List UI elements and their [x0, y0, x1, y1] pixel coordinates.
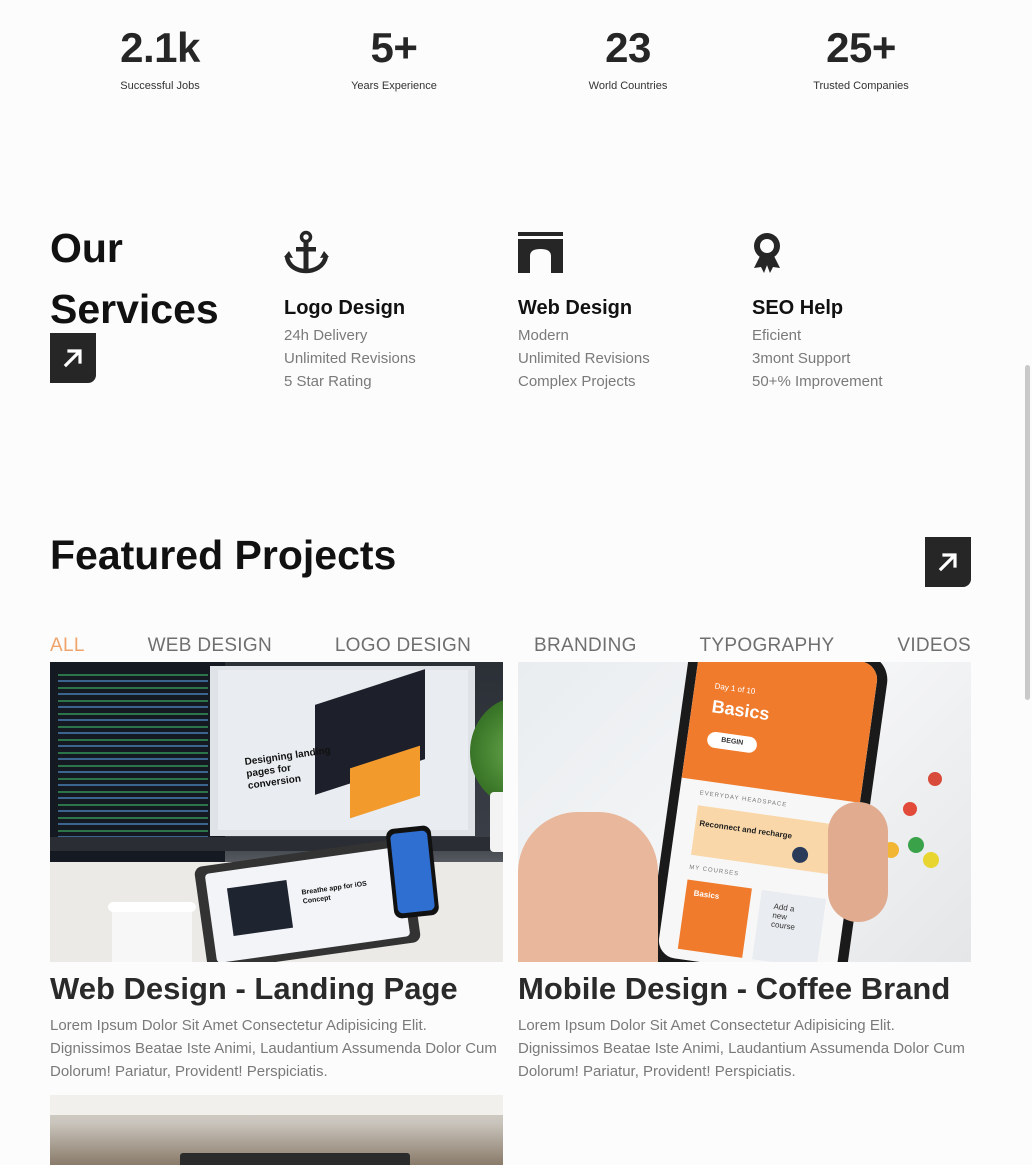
service-feature: 24h Delivery	[284, 327, 368, 344]
tab-web-design[interactable]: WEB DESIGN	[148, 635, 272, 657]
project-image-office[interactable]	[50, 1095, 503, 1165]
tab-videos[interactable]: VIDEOS	[897, 635, 971, 657]
service-feature: Complex Projects	[518, 373, 636, 390]
stat-label: Trusted Companies	[813, 80, 909, 92]
service-feature: Unlimited Revisions	[518, 350, 650, 367]
featured-projects-title: Featured Projects	[50, 532, 397, 578]
app-card-add: Add a new course	[752, 889, 827, 962]
project-image-mobile[interactable]: Day 1 of 10 Basics BEGIN EVERYDAY HEADSP…	[518, 662, 971, 962]
tab-branding[interactable]: BRANDING	[534, 635, 637, 657]
anchor-icon	[284, 230, 329, 274]
stat-label: Successful Jobs	[120, 80, 200, 92]
award-ribbon-icon	[754, 233, 780, 273]
tab-all[interactable]: ALL	[50, 635, 85, 657]
tab-logo-design[interactable]: LOGO DESIGN	[335, 635, 471, 657]
page-scrollbar[interactable]	[1025, 365, 1030, 700]
service-title: Web Design	[518, 297, 633, 319]
services-title-line1: Our	[50, 225, 123, 271]
service-feature: 50+% Improvement	[752, 373, 883, 390]
service-feature: Unlimited Revisions	[284, 350, 416, 367]
featured-arrow-button[interactable]	[925, 537, 971, 587]
stat-value: 25+	[826, 24, 896, 71]
stat-value: 2.1k	[120, 24, 200, 71]
service-feature: 5 Star Rating	[284, 373, 372, 390]
service-feature: Modern	[518, 327, 569, 344]
project-title[interactable]: Mobile Design - Coffee Brand	[518, 970, 971, 1008]
project-title[interactable]: Web Design - Landing Page	[50, 970, 503, 1008]
stat-years-experience: 5+ Years Experience	[284, 24, 504, 92]
app-everyday-label: EVERYDAY HEADSPACE	[699, 790, 788, 809]
services-arrow-button[interactable]	[50, 333, 96, 383]
app-card-basics: Basics	[677, 879, 752, 958]
stat-successful-jobs: 2.1k Successful Jobs	[50, 24, 270, 92]
service-title: SEO Help	[752, 297, 844, 319]
project-card[interactable]: Designing landing pages for conversion B…	[50, 662, 503, 1083]
stat-world-countries: 23 World Countries	[518, 24, 738, 92]
project-image-desktop[interactable]: Designing landing pages for conversion B…	[50, 662, 503, 962]
service-logo-design: Logo Design 24h Delivery Unlimited Revis…	[284, 230, 514, 393]
app-courses-label: MY COURSES	[688, 864, 740, 878]
stat-trusted-companies: 25+ Trusted Companies	[751, 24, 971, 92]
project-filter-tabs: ALL WEB DESIGN LOGO DESIGN BRANDING TYPO…	[50, 635, 971, 657]
tab-typography[interactable]: TYPOGRAPHY	[700, 635, 835, 657]
service-title: Logo Design	[284, 297, 406, 319]
stat-value: 23	[605, 24, 651, 71]
arrow-up-right-icon	[938, 553, 957, 572]
services-title: Our Services	[50, 218, 219, 340]
service-seo-help: SEO Help Eficient 3mont Support 50+% Imp…	[752, 230, 982, 393]
archway-icon	[518, 232, 563, 273]
service-web-design: Web Design Modern Unlimited Revisions Co…	[518, 230, 748, 393]
project-description: Lorem Ipsum Dolor Sit Amet Consectetur A…	[50, 1017, 497, 1080]
stat-label: World Countries	[588, 80, 668, 92]
project-card[interactable]: Day 1 of 10 Basics BEGIN EVERYDAY HEADSP…	[518, 662, 971, 1083]
project-description: Lorem Ipsum Dolor Sit Amet Consectetur A…	[518, 1017, 965, 1080]
stat-value: 5+	[370, 24, 418, 71]
services-title-line2: Services	[50, 286, 219, 332]
service-feature: Eficient	[752, 327, 802, 344]
service-feature: 3mont Support	[752, 350, 851, 367]
stat-label: Years Experience	[351, 80, 437, 92]
arrow-up-right-icon	[63, 349, 82, 368]
